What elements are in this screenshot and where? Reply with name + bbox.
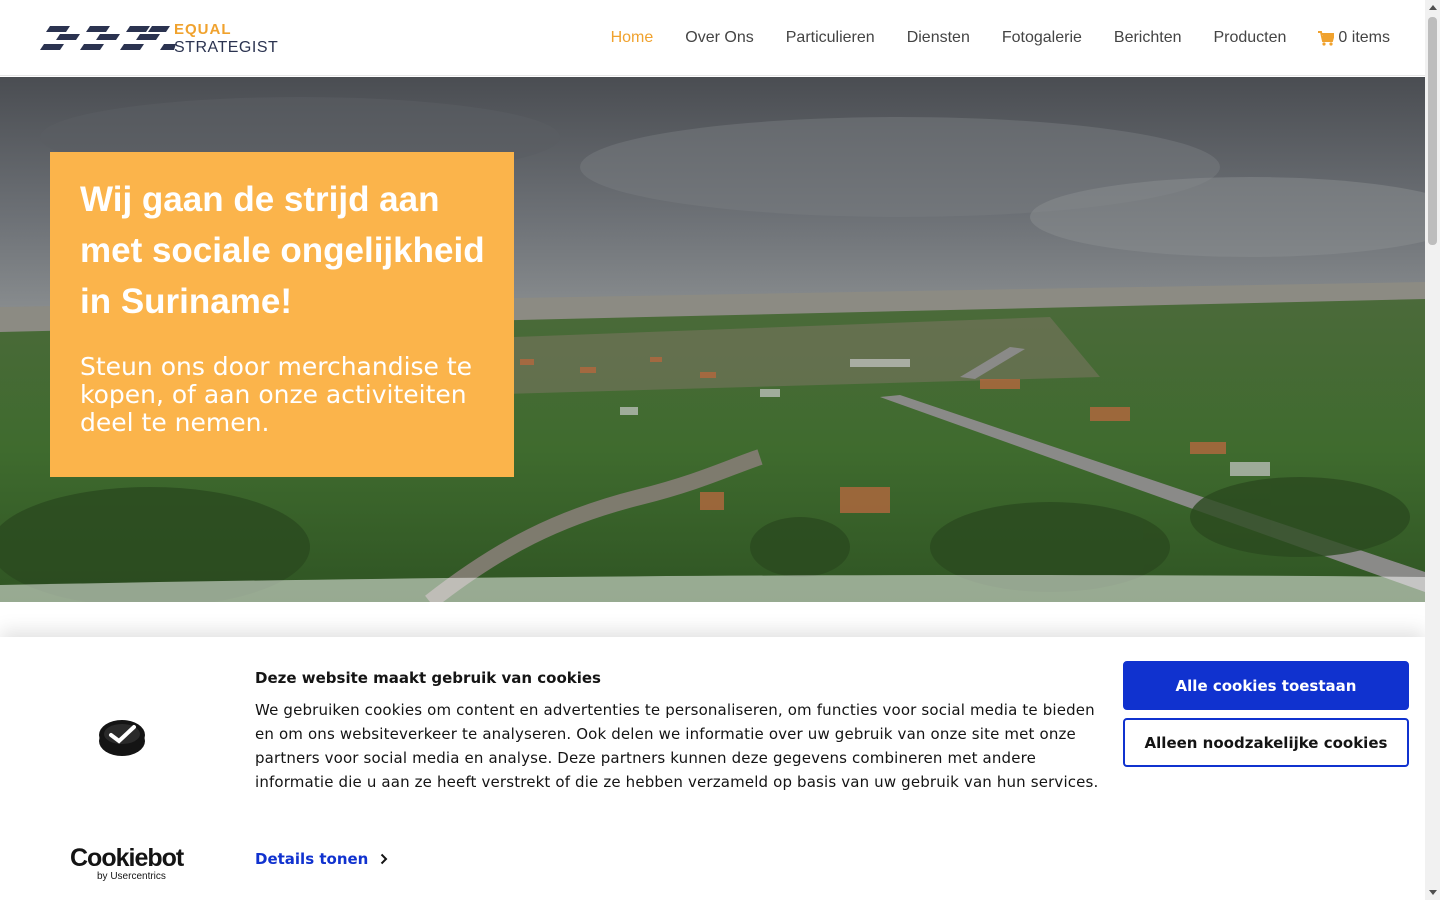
details-label: Details tonen [255, 850, 369, 868]
cart-count: 0 items [1338, 29, 1390, 46]
hero-callout: Wij gaan de strijd aan met sociale ongel… [50, 152, 514, 477]
cookie-banner: Cookiebot by Usercentrics Deze website m… [0, 637, 1425, 900]
hero-title: Wij gaan de strijd aan met sociale ongel… [80, 180, 485, 321]
nav-item-fotogalerie[interactable]: Fotogalerie [1002, 29, 1082, 47]
necessary-cookies-button[interactable]: Alleen noodzakelijke cookies [1123, 718, 1409, 767]
cookiebot-brand: Cookiebot [70, 844, 184, 872]
cookie-description: We gebruiken cookies om content en adver… [255, 701, 1099, 791]
page-scrollbar[interactable] [1425, 0, 1440, 900]
logo-text-strategist: STRATEGIST [174, 39, 278, 56]
hero-subtitle: Steun ons door merchandise te kopen, of … [80, 352, 473, 437]
caret-up-icon [1428, 5, 1437, 10]
scroll-thumb[interactable] [1428, 17, 1437, 245]
cookiebot-icon [99, 720, 145, 756]
cart-icon [1318, 30, 1335, 46]
nav-item-diensten[interactable]: Diensten [907, 29, 970, 47]
caret-down-icon [1428, 890, 1437, 895]
cookie-title: Deze website maakt gebruik van cookies [255, 669, 601, 687]
nav-item-over-ons[interactable]: Over Ons [685, 29, 753, 47]
scroll-down-arrow[interactable] [1425, 885, 1440, 900]
hero-section: Wij gaan de strijd aan met sociale ongel… [0, 77, 1425, 602]
nav-item-home[interactable]: Home [611, 29, 654, 47]
nav-item-particulieren[interactable]: Particulieren [786, 29, 875, 47]
cart-link[interactable]: 0 items [1318, 29, 1390, 47]
site-header: EQUAL STRATEGIST Home Over Ons Particuli… [0, 0, 1425, 76]
allow-all-cookies-button[interactable]: Alle cookies toestaan [1123, 661, 1409, 710]
cookiebot-logo: Cookiebot by Usercentrics [70, 844, 184, 883]
details-link[interactable]: Details tonen [255, 850, 388, 868]
logo-mark: EQUAL STRATEGIST [40, 21, 278, 56]
scroll-up-arrow[interactable] [1425, 0, 1440, 15]
logo-text-equal: EQUAL [174, 21, 232, 38]
nav-item-producten[interactable]: Producten [1213, 29, 1286, 47]
main-nav: Home Over Ons Particulieren Diensten Fot… [579, 0, 1390, 76]
chevron-right-icon [381, 853, 388, 865]
site-logo[interactable]: EQUAL STRATEGIST [40, 18, 285, 58]
cookiebot-mark [98, 719, 146, 761]
cookiebot-by: by Usercentrics [97, 871, 166, 882]
nav-item-berichten[interactable]: Berichten [1114, 29, 1182, 47]
